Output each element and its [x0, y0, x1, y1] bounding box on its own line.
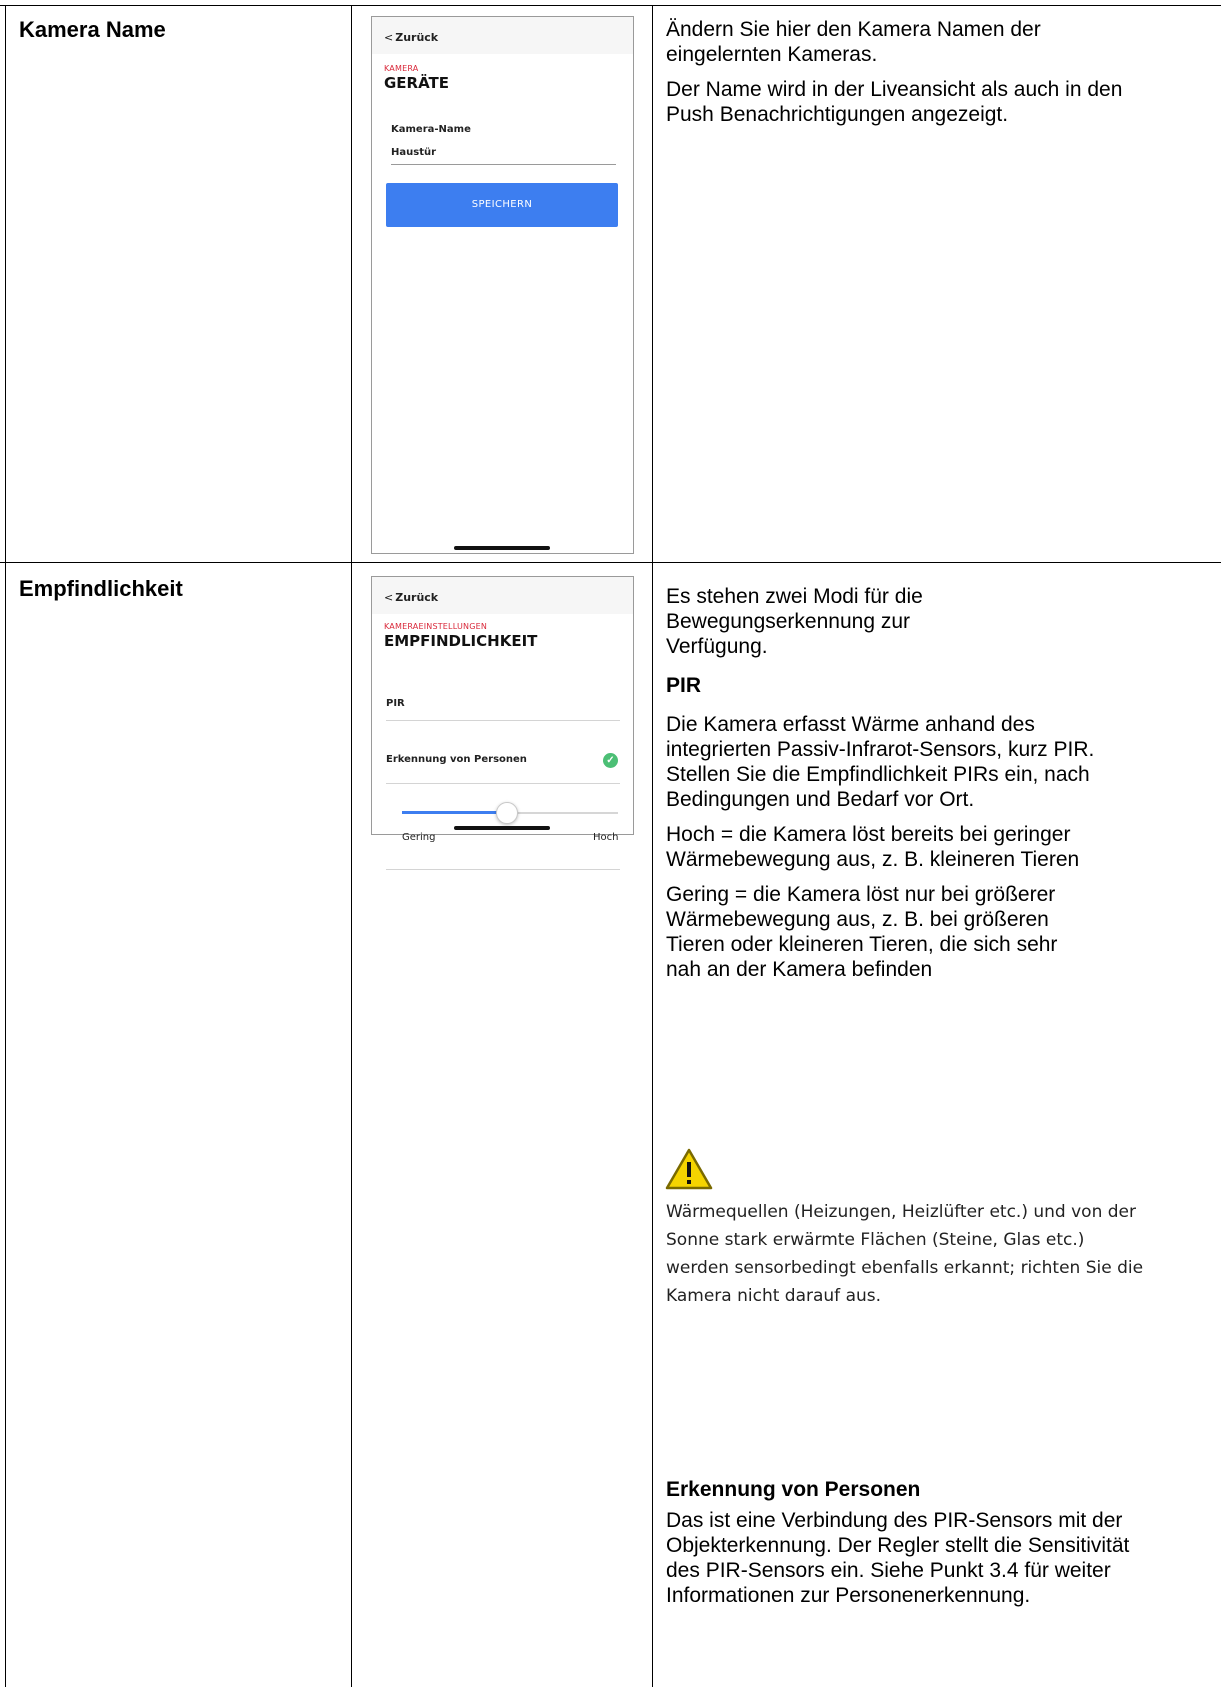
home-indicator [454, 546, 550, 550]
back-link[interactable]: < Zurück [384, 31, 438, 44]
screen-title: GERÄTE [384, 74, 450, 92]
option-person-detection[interactable]: Erkennung von Personen [386, 754, 527, 765]
screen-category: KAMERAEINSTELLUNGEN [384, 622, 488, 631]
divider [386, 869, 620, 870]
description-kamera-name: Ändern Sie hier den Kamera Namen der ein… [666, 17, 1136, 127]
divider [386, 720, 620, 721]
table-column-divider-2 [652, 5, 653, 1687]
divider [386, 783, 620, 784]
check-circle-icon: ✓ [603, 753, 618, 768]
person-detection-paragraph: Das ist eine Verbindung des PIR-Sensors … [666, 1509, 1130, 1607]
phone-screenshot-empfindlichkeit: < Zurück KAMERAEINSTELLUNGEN EMPFINDLICHK… [371, 576, 634, 870]
description-empfindlichkeit: Es stehen zwei Modi für die Bewegungserk… [666, 584, 1136, 982]
high-paragraph: Hoch = die Kamera löst bereits bei gerin… [666, 823, 1080, 871]
slider-min-label: Gering [402, 832, 436, 843]
table-border-row-separator [0, 562, 1221, 563]
camera-name-label: Kamera-Name [391, 124, 471, 135]
slider-max-label: Hoch [593, 832, 619, 843]
paragraph: Der Name wird in der Liveansicht als auc… [666, 78, 1123, 126]
chevron-left-icon: < [384, 31, 394, 44]
person-detection-description: Erkennung von Personen Das ist eine Verb… [666, 1477, 1136, 1608]
pir-paragraph: Die Kamera erfasst Wärme anhand des inte… [666, 713, 1095, 811]
phone-screenshot-kamera-name: < Zurück KAMERA GERÄTE Kamera-Name Haustü… [371, 16, 634, 554]
table-border-top [0, 5, 1221, 6]
person-detection-heading: Erkennung von Personen [666, 1478, 921, 1501]
camera-name-field[interactable]: Haustür [391, 147, 436, 158]
intro-paragraph: Es stehen zwei Modi für die Bewegungserk… [666, 585, 923, 658]
pir-heading: PIR [666, 674, 702, 697]
row-label-empfindlichkeit: Empfindlichkeit [19, 576, 183, 601]
field-underline [391, 164, 616, 165]
warning-triangle-icon [665, 1148, 713, 1190]
warning-note: Wärmequellen (Heizungen, Heizlüfter etc.… [666, 1202, 1144, 1306]
table-border-left [5, 5, 6, 1687]
row-label-kamera-name: Kamera Name [19, 17, 166, 42]
slider-track-fill [402, 811, 506, 814]
screen-title: EMPFINDLICHKEIT [384, 632, 538, 650]
save-button[interactable]: SPEICHERN [386, 183, 618, 227]
screen-category: KAMERA [384, 64, 419, 73]
option-pir[interactable]: PIR [386, 698, 405, 709]
back-link[interactable]: < Zurück [384, 591, 438, 604]
paragraph: Ändern Sie hier den Kamera Namen der ein… [666, 18, 1041, 66]
slider-thumb[interactable] [495, 802, 518, 824]
table-column-divider-1 [351, 5, 352, 1687]
chevron-left-icon: < [384, 591, 394, 604]
home-indicator [454, 826, 550, 830]
low-paragraph: Gering = die Kamera löst nur bei größere… [666, 883, 1058, 981]
